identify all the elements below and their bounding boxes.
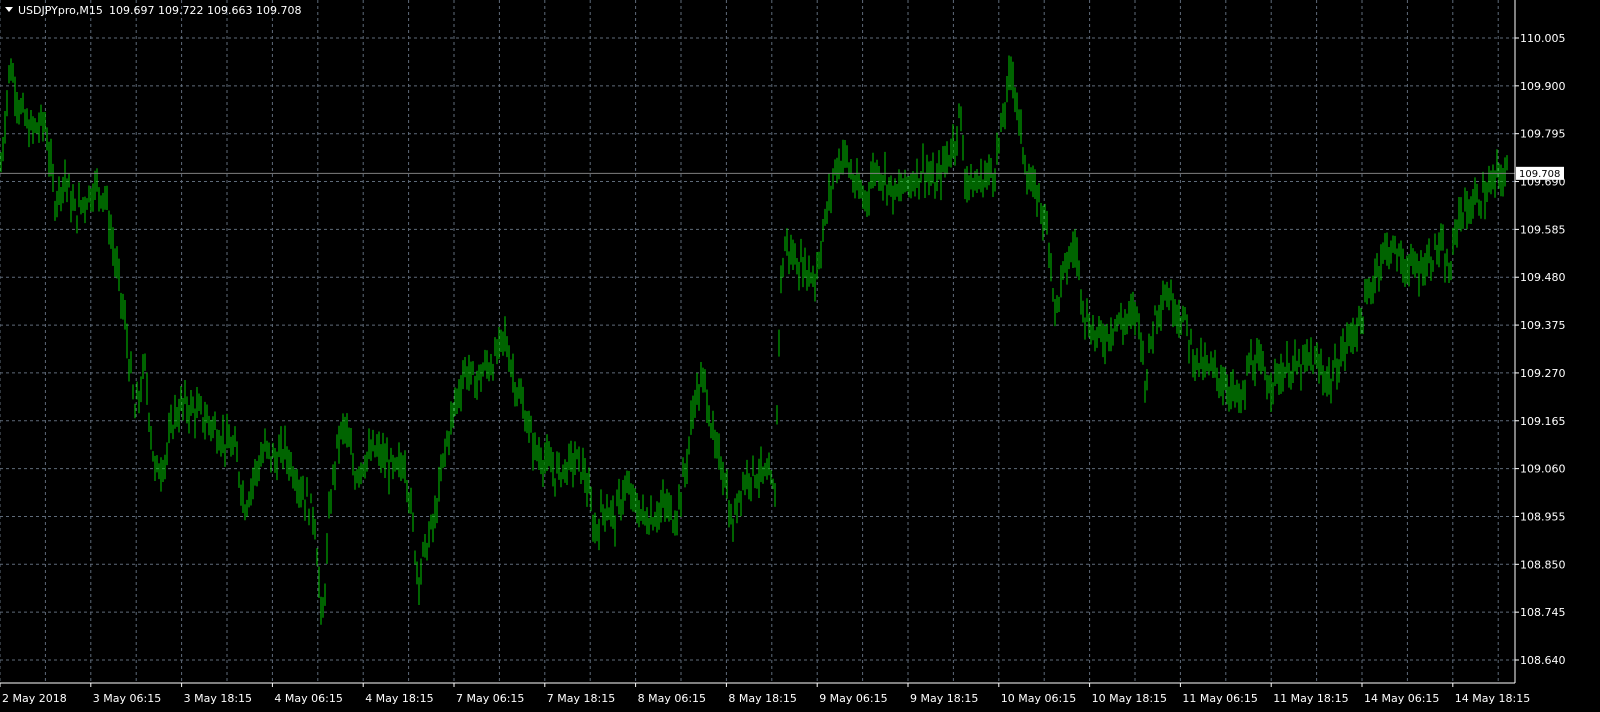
y-tick-label: 108.955	[1520, 510, 1566, 523]
x-tick-label: 11 May 18:15	[1273, 692, 1348, 705]
chart-background	[0, 0, 1600, 712]
x-tick-label: 3 May 06:15	[93, 692, 161, 705]
y-tick-label: 109.060	[1520, 463, 1566, 476]
x-tick-label: 10 May 06:15	[1001, 692, 1076, 705]
y-tick-label: 109.795	[1520, 128, 1566, 141]
x-tick-label: 8 May 18:15	[728, 692, 796, 705]
price-tag-value: 109.708	[1519, 169, 1560, 180]
y-tick-label: 108.640	[1520, 654, 1566, 667]
x-tick-label: 4 May 18:15	[365, 692, 433, 705]
chart-header: USDJPYpro,M15 109.697 109.722 109.663 10…	[5, 4, 301, 17]
price-chart[interactable]: 110.005109.900109.795109.690109.585109.4…	[0, 0, 1600, 712]
y-tick-label: 109.480	[1520, 271, 1566, 284]
y-tick-label: 108.850	[1520, 558, 1566, 571]
y-tick-label: 110.005	[1520, 32, 1566, 45]
x-tick-label: 4 May 06:15	[274, 692, 342, 705]
x-tick-label: 14 May 18:15	[1455, 692, 1530, 705]
x-tick-label: 2 May 2018	[2, 692, 67, 705]
x-tick-label: 7 May 18:15	[547, 692, 615, 705]
y-tick-label: 109.900	[1520, 80, 1566, 93]
current-price-tag: 109.708	[1516, 166, 1564, 180]
x-tick-label: 11 May 06:15	[1182, 692, 1257, 705]
x-tick-label: 3 May 18:15	[184, 692, 252, 705]
y-tick-label: 108.745	[1520, 606, 1566, 619]
x-tick-label: 10 May 18:15	[1092, 692, 1167, 705]
x-tick-label: 9 May 06:15	[819, 692, 887, 705]
y-tick-label: 109.270	[1520, 367, 1566, 380]
ohlc-values: 109.697 109.722 109.663 109.708	[109, 4, 301, 17]
x-tick-label: 14 May 06:15	[1364, 692, 1439, 705]
y-tick-label: 109.375	[1520, 319, 1566, 332]
y-tick-label: 109.165	[1520, 415, 1566, 428]
x-tick-label: 7 May 06:15	[456, 692, 524, 705]
symbol-timeframe: USDJPYpro,M15	[18, 4, 103, 17]
x-tick-label: 9 May 18:15	[910, 692, 978, 705]
y-tick-label: 109.585	[1520, 223, 1566, 236]
x-tick-label: 8 May 06:15	[638, 692, 706, 705]
